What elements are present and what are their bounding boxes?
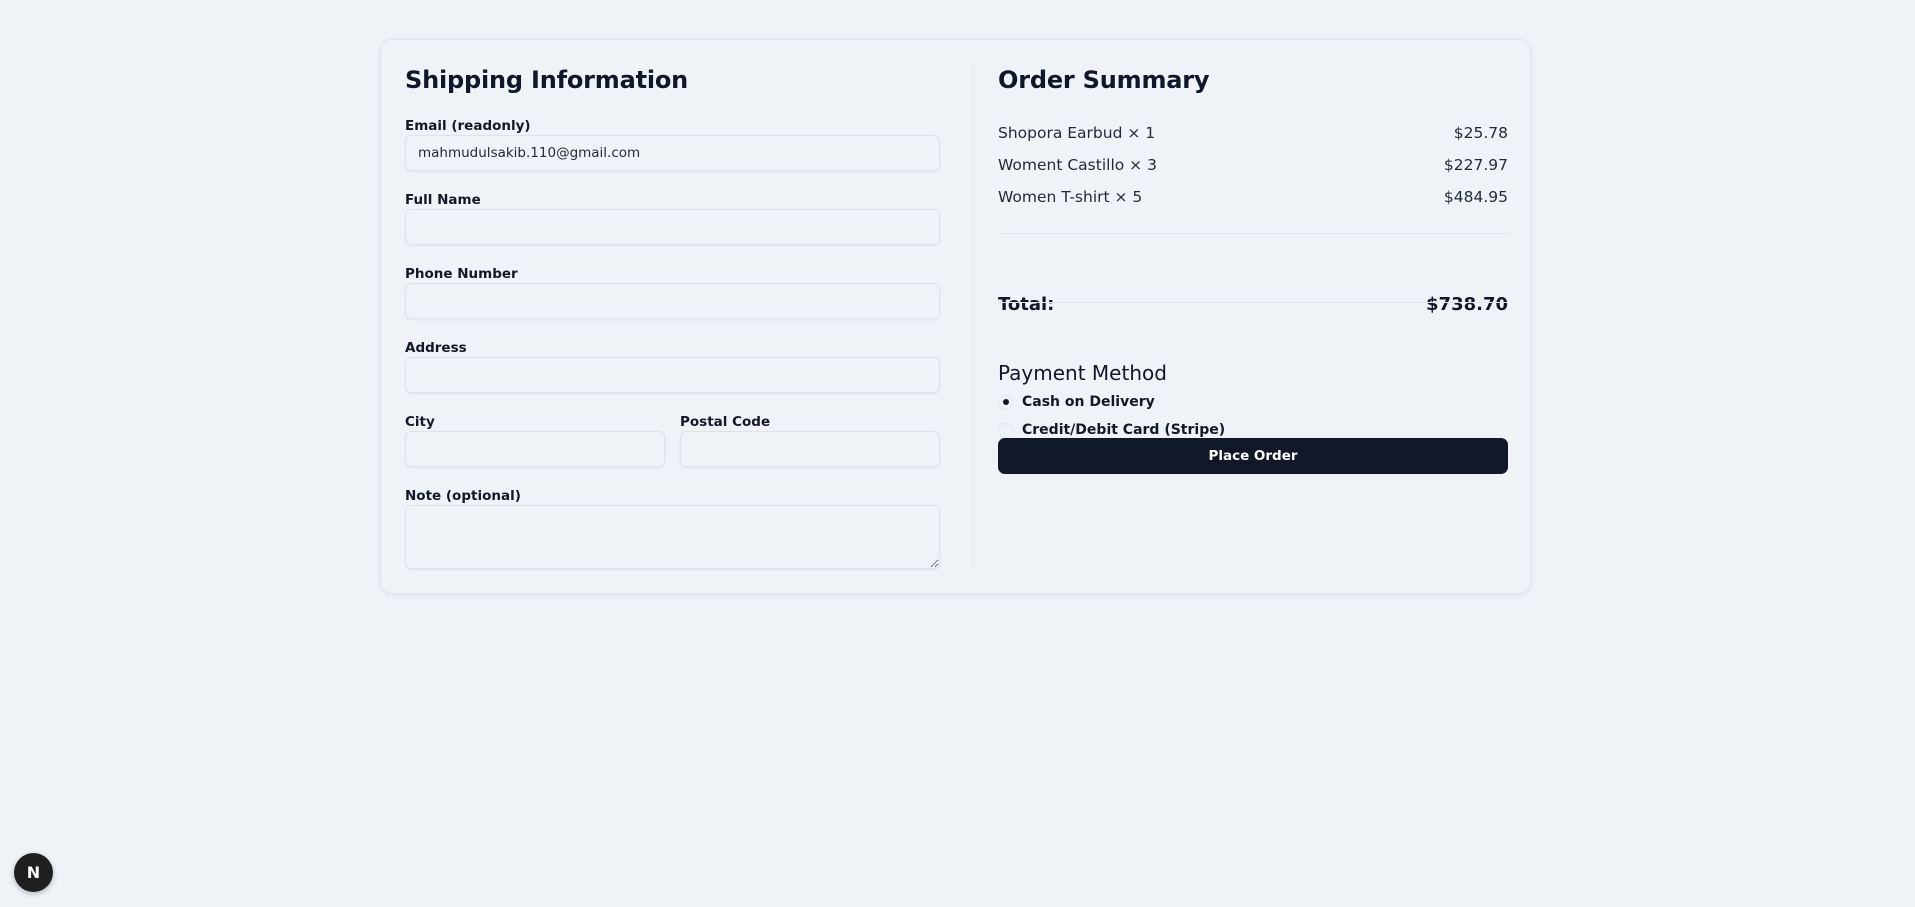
item-name: Shopora Earbud × 1 (998, 124, 1156, 142)
n-logo-icon: N (26, 863, 41, 882)
item-name: Woment Castillo × 3 (998, 156, 1157, 174)
item-price: $484.95 (1443, 188, 1508, 206)
summary-title: Order Summary (998, 66, 1210, 94)
list-item: Women T-shirt × 5 $484.95 (998, 187, 1508, 207)
postal-code-label: Postal Code (680, 414, 771, 430)
payment-option-card[interactable]: Credit/Debit Card (Stripe) (998, 420, 1225, 440)
radio-empty-icon[interactable] (998, 422, 1013, 438)
total-label: Total: (998, 293, 1055, 315)
full-name-field[interactable] (405, 209, 940, 245)
phone-field[interactable] (405, 283, 940, 319)
divider (998, 233, 1508, 234)
nextjs-dev-badge[interactable]: N (14, 853, 53, 892)
postal-code-field[interactable] (680, 431, 940, 467)
shipping-title: Shipping Information (405, 66, 689, 94)
note-label: Note (optional) (405, 488, 521, 504)
total-row: Total: $738.70 (998, 292, 1508, 316)
list-item: Woment Castillo × 3 $227.97 (998, 155, 1508, 175)
total-value: $738.70 (1426, 293, 1508, 315)
address-label: Address (405, 340, 467, 356)
item-price: $25.78 (1453, 124, 1508, 142)
item-name: Women T-shirt × 5 (998, 188, 1143, 206)
place-order-button[interactable]: Place Order (998, 438, 1508, 474)
divider (998, 302, 1508, 303)
column-divider (972, 64, 973, 570)
radio-selected-icon[interactable] (998, 394, 1013, 410)
city-label: City (405, 414, 435, 430)
payment-option-label: Credit/Debit Card (Stripe) (1022, 422, 1226, 438)
payment-option-label: Cash on Delivery (1022, 394, 1155, 410)
email-field[interactable] (405, 135, 940, 171)
payment-method-title: Payment Method (998, 361, 1167, 385)
city-field[interactable] (405, 431, 665, 467)
phone-label: Phone Number (405, 266, 518, 282)
email-label: Email (readonly) (405, 118, 531, 134)
full-name-label: Full Name (405, 192, 481, 208)
checkout-card: Shipping Information Email (readonly) Fu… (380, 39, 1531, 594)
payment-option-cod[interactable]: Cash on Delivery (998, 392, 1155, 412)
item-price: $227.97 (1443, 156, 1508, 174)
list-item: Shopora Earbud × 1 $25.78 (998, 123, 1508, 143)
note-field[interactable] (405, 505, 940, 569)
address-field[interactable] (405, 357, 940, 393)
